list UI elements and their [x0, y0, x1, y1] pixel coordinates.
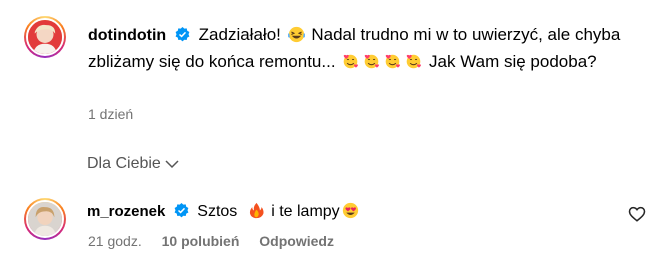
verified-badge-icon — [175, 27, 190, 42]
post-caption: dotindotin Zadziałało! Nadal trudno mi w… — [88, 22, 648, 75]
comment-sort-dropdown[interactable]: Dla Ciebie — [87, 155, 179, 173]
chevron-down-icon — [165, 160, 179, 169]
post-text-part1: Zadziałało! — [198, 25, 281, 44]
comment-username[interactable]: m_rozenek — [87, 203, 165, 220]
smiling-face-with-heart-eyes-emoji — [342, 202, 358, 219]
comment-timestamp[interactable]: 21 godz. — [88, 233, 142, 249]
fire-emoji — [249, 202, 264, 219]
smiling-face-with-hearts-emoji — [406, 54, 422, 69]
comment-sort-label: Dla Ciebie — [87, 155, 161, 172]
reply-button[interactable]: Odpowiedz — [259, 233, 334, 249]
smiling-face-with-hearts-emoji — [343, 54, 359, 69]
verified-badge-icon — [174, 203, 189, 218]
post-timestamp[interactable]: 1 dzień — [88, 106, 133, 122]
smiling-face-with-hearts-emoji — [385, 54, 401, 69]
comment-body: m_rozenek Sztos i te lampy — [87, 200, 361, 224]
post-username[interactable]: dotindotin — [88, 27, 166, 44]
comment-meta-row: 21 godz. 10 polubień Odpowiedz — [88, 233, 350, 249]
grinning-squinting-face-emoji — [287, 26, 305, 43]
smiling-face-with-hearts-emoji — [364, 54, 380, 69]
comment-likes-count[interactable]: 10 polubień — [162, 233, 240, 249]
avatar-image — [28, 202, 62, 236]
post-text-part3: Jak Wam się podoba? — [429, 52, 597, 71]
avatar-image — [28, 20, 62, 54]
heart-outline-icon[interactable] — [628, 205, 646, 223]
comment-text-part1: Sztos — [197, 203, 238, 220]
comment-text-part2: i te lampy — [271, 203, 340, 220]
post-author-avatar[interactable] — [24, 16, 66, 58]
comment-author-avatar[interactable] — [24, 198, 66, 240]
